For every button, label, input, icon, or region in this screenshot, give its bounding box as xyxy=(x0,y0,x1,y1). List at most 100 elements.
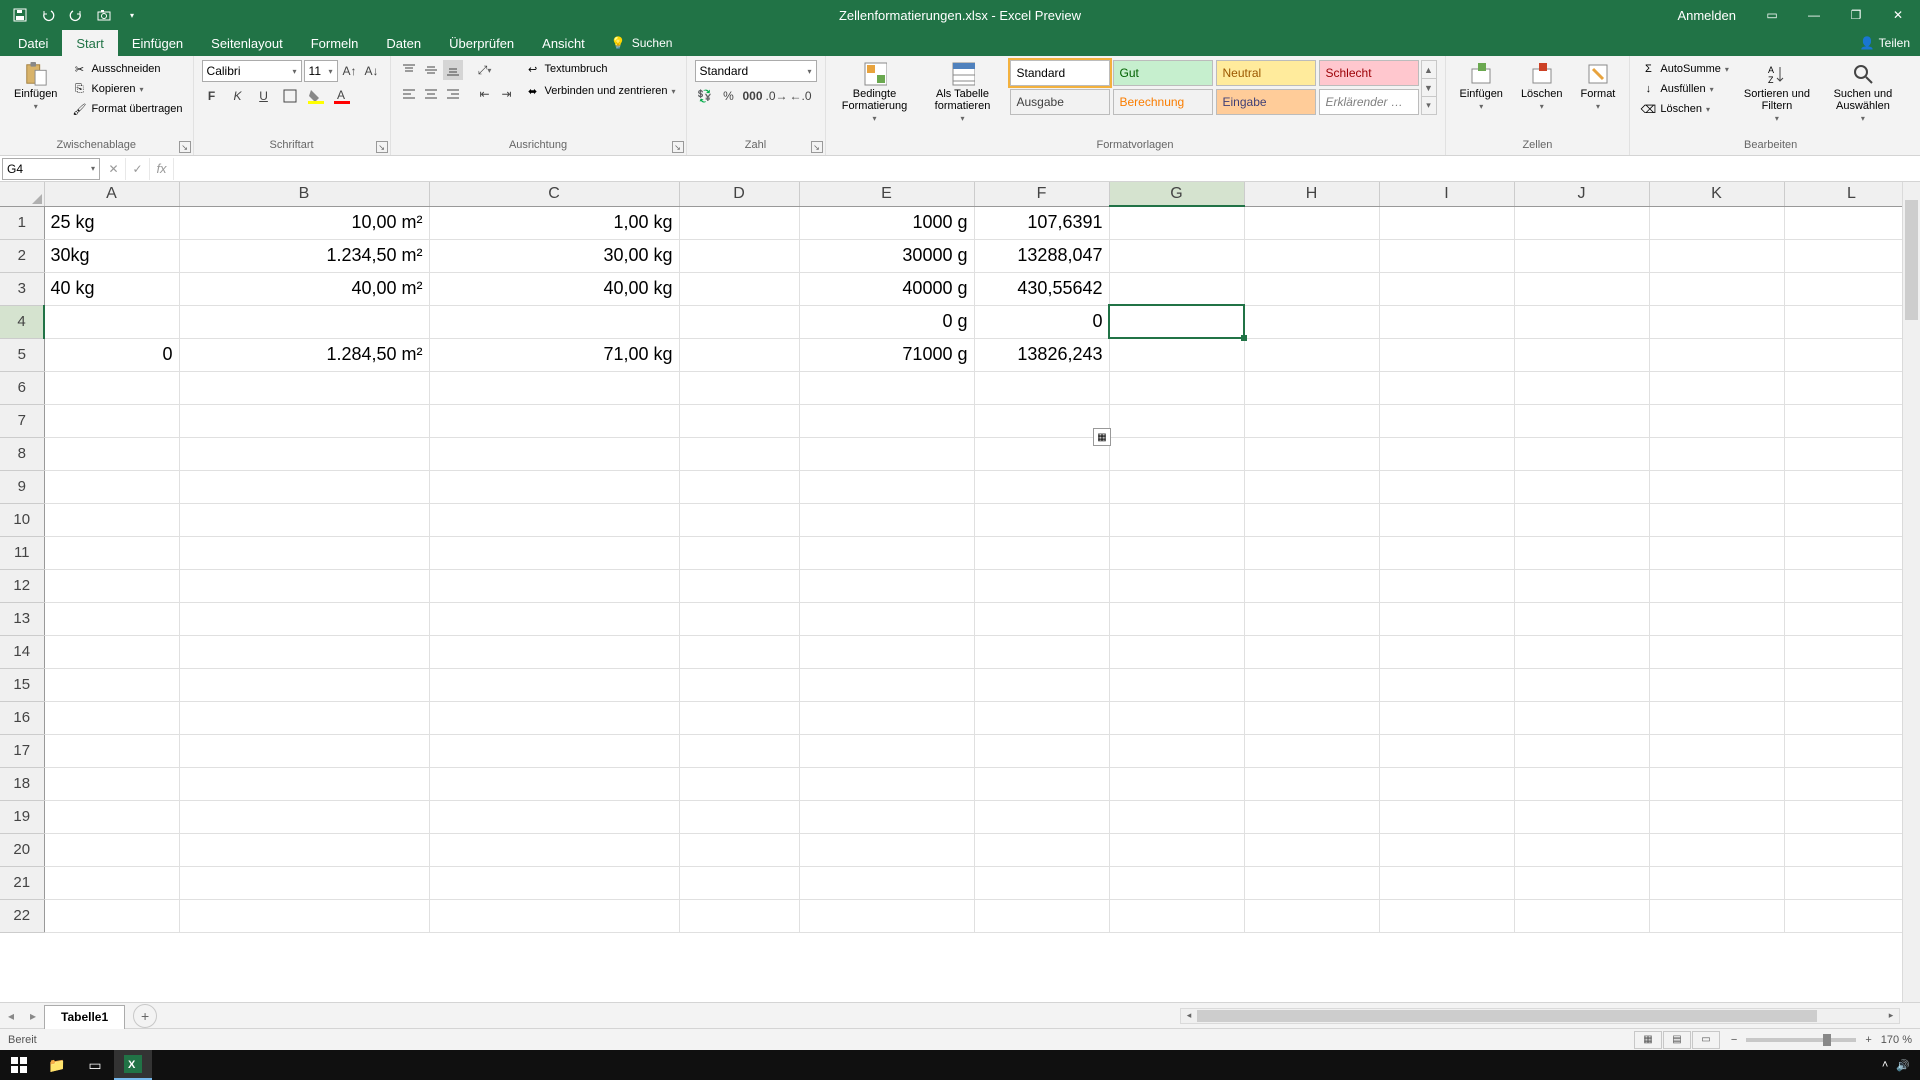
cell[interactable] xyxy=(1379,305,1514,338)
cell[interactable] xyxy=(429,668,679,701)
bold-button[interactable]: F xyxy=(202,86,222,106)
cell[interactable] xyxy=(1244,569,1379,602)
cell[interactable]: 13288,047 xyxy=(974,239,1109,272)
cell[interactable] xyxy=(1379,635,1514,668)
cell[interactable] xyxy=(1244,206,1379,239)
column-header[interactable]: B xyxy=(179,182,429,206)
cell[interactable] xyxy=(974,470,1109,503)
share-button[interactable]: Teilen xyxy=(1879,36,1910,50)
font-name-select[interactable]: Calibri▾ xyxy=(202,60,302,82)
cell[interactable] xyxy=(1109,206,1244,239)
cell[interactable] xyxy=(1514,437,1649,470)
cell[interactable] xyxy=(1514,404,1649,437)
cell[interactable] xyxy=(1649,635,1784,668)
cell[interactable] xyxy=(1244,800,1379,833)
cell[interactable] xyxy=(179,701,429,734)
cell[interactable] xyxy=(179,536,429,569)
cell[interactable] xyxy=(974,635,1109,668)
column-header[interactable]: H xyxy=(1244,182,1379,206)
clear-button[interactable]: ⌫Löschen▾ xyxy=(1638,100,1731,118)
cell[interactable] xyxy=(1379,833,1514,866)
cell[interactable] xyxy=(179,404,429,437)
file-explorer-icon[interactable]: 📁 xyxy=(38,1050,76,1080)
cell[interactable] xyxy=(44,569,179,602)
cell[interactable] xyxy=(44,866,179,899)
cell[interactable]: 1000 g xyxy=(799,206,974,239)
font-color-button[interactable]: A xyxy=(332,86,352,106)
cell[interactable] xyxy=(44,734,179,767)
cell[interactable] xyxy=(429,602,679,635)
tab-ueberpruefen[interactable]: Überprüfen xyxy=(435,30,528,56)
cell[interactable] xyxy=(1649,371,1784,404)
cell[interactable] xyxy=(1109,800,1244,833)
cell[interactable] xyxy=(44,602,179,635)
cell[interactable]: 0 g xyxy=(799,305,974,338)
align-left-icon[interactable] xyxy=(399,84,419,104)
cell[interactable] xyxy=(1514,833,1649,866)
sheet-nav-last-icon[interactable]: ▸ xyxy=(22,1005,44,1027)
cell[interactable] xyxy=(1514,239,1649,272)
cell[interactable] xyxy=(1514,272,1649,305)
cell[interactable] xyxy=(179,899,429,932)
vertical-scrollbar[interactable] xyxy=(1902,182,1920,1002)
row-header[interactable]: 13 xyxy=(0,602,44,635)
cell[interactable] xyxy=(1784,305,1919,338)
cell[interactable] xyxy=(44,635,179,668)
cell-style-option[interactable]: Eingabe xyxy=(1216,89,1316,115)
cell[interactable] xyxy=(1109,239,1244,272)
cell[interactable] xyxy=(679,239,799,272)
cell[interactable] xyxy=(429,800,679,833)
cell[interactable] xyxy=(179,734,429,767)
column-header[interactable]: A xyxy=(44,182,179,206)
wrap-text-button[interactable]: ↩Textumbruch xyxy=(523,60,678,78)
cell[interactable] xyxy=(1109,701,1244,734)
cell[interactable] xyxy=(799,470,974,503)
cell[interactable] xyxy=(1514,371,1649,404)
cell[interactable] xyxy=(799,371,974,404)
cell[interactable] xyxy=(799,800,974,833)
cell[interactable] xyxy=(679,866,799,899)
cell[interactable] xyxy=(1514,899,1649,932)
cell[interactable] xyxy=(1109,404,1244,437)
cell[interactable] xyxy=(1784,767,1919,800)
cell[interactable] xyxy=(1244,305,1379,338)
cell[interactable] xyxy=(1109,833,1244,866)
save-icon[interactable] xyxy=(8,3,32,27)
column-header[interactable]: D xyxy=(679,182,799,206)
cell[interactable] xyxy=(974,404,1109,437)
column-header[interactable]: F xyxy=(974,182,1109,206)
cell[interactable] xyxy=(679,272,799,305)
cell[interactable] xyxy=(679,437,799,470)
cancel-formula-icon[interactable]: ✕ xyxy=(102,158,126,180)
cell[interactable] xyxy=(1379,899,1514,932)
cell[interactable] xyxy=(974,668,1109,701)
select-all-corner[interactable] xyxy=(0,182,44,206)
row-header[interactable]: 16 xyxy=(0,701,44,734)
tray-chevron-icon[interactable]: ˄ xyxy=(1882,1059,1888,1071)
row-header[interactable]: 5 xyxy=(0,338,44,371)
cell[interactable] xyxy=(1244,404,1379,437)
cell[interactable] xyxy=(1109,602,1244,635)
format-cells-button[interactable]: Format▾ xyxy=(1575,60,1622,113)
decrease-indent-icon[interactable]: ⇤ xyxy=(475,84,495,104)
cell[interactable] xyxy=(1109,767,1244,800)
column-header[interactable]: E xyxy=(799,182,974,206)
zoom-slider[interactable] xyxy=(1746,1038,1856,1042)
cell[interactable] xyxy=(679,206,799,239)
cell[interactable] xyxy=(1109,338,1244,371)
cell[interactable] xyxy=(974,767,1109,800)
cell[interactable] xyxy=(429,833,679,866)
sheet-nav-first-icon[interactable]: ◂ xyxy=(0,1005,22,1027)
cell[interactable] xyxy=(1784,734,1919,767)
cell[interactable] xyxy=(1379,569,1514,602)
cell[interactable] xyxy=(679,536,799,569)
cell[interactable] xyxy=(679,470,799,503)
cell[interactable] xyxy=(679,503,799,536)
cell[interactable] xyxy=(44,800,179,833)
cell[interactable] xyxy=(1784,569,1919,602)
cell[interactable] xyxy=(429,503,679,536)
increase-decimal-icon[interactable]: .0→ xyxy=(767,86,787,106)
cell[interactable] xyxy=(1649,239,1784,272)
cell[interactable] xyxy=(974,833,1109,866)
cell[interactable] xyxy=(179,305,429,338)
